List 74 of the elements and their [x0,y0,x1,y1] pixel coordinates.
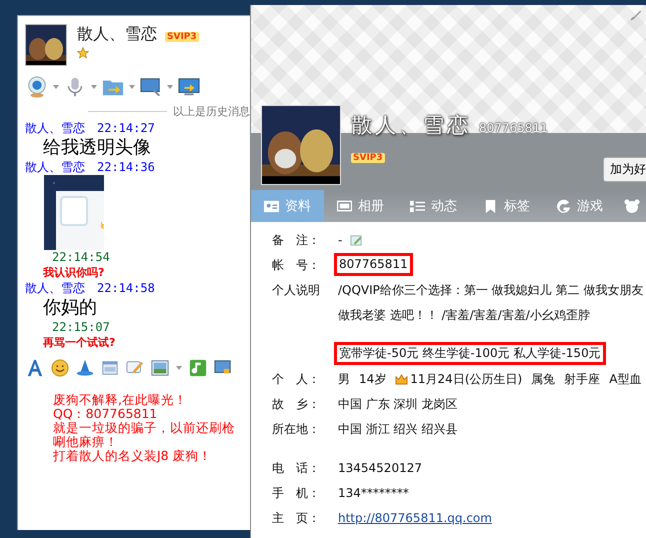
field-label: 主 页： [272,510,321,527]
screen-share-icon[interactable] [178,76,200,98]
id-card-icon [264,198,279,214]
message-time: 22:14:27 [97,121,155,136]
tab[interactable]: 动态 [397,190,470,222]
tab[interactable]: 游戏 [543,190,616,222]
field-value: 属兔 [531,371,556,388]
tab[interactable]: 标签 [470,190,543,222]
qq-number: 807765811 [479,121,548,135]
swirl-icon [556,198,571,214]
sender-name: 散人、雪恋 [25,121,85,136]
field-value: 13454520127 [338,460,422,477]
smiley-icon[interactable] [51,359,69,377]
field-value: 11月24日(公历生日) [410,371,522,388]
field-label: 电 话： [272,460,321,477]
field-value: 14岁 [359,371,386,388]
edit-icon[interactable] [350,234,364,247]
message-text: 你妈的 [42,296,98,320]
crown-icon [395,373,408,386]
field-value: 男 [338,371,350,388]
tab[interactable]: 资料 [251,190,324,222]
font-icon[interactable] [26,359,44,377]
caret-icon[interactable] [167,85,173,89]
field-value: 宽带学徒-50元 终生学徒-100元 私人学徒-150元 [339,345,601,362]
star-icon [77,47,89,59]
add-friend-button[interactable]: 加为好 [603,157,646,182]
profile-name: 散人、雪恋 [351,112,471,139]
field-value: - [338,232,342,249]
sender-name: 散人、雪恋 [25,281,85,296]
vip-badge: SVIP3 [165,32,199,42]
contact-name: 散人、雪恋 [77,24,157,45]
image-icon[interactable] [151,359,169,377]
message-input[interactable]: 废狗不解释,在此曝光！ QQ：807765811 就是一垃圾的骗子，以前还刷枪 唰他麻痹！ 打着散人的名义装J8 废狗！ [18,393,250,463]
history-note: 以上是历史消息 [173,104,250,119]
message-time: 22:14:54 [51,250,111,265]
vip-badge: SVIP3 [351,153,385,163]
brush-icon[interactable] [628,9,642,23]
field-label: 手 机： [272,485,321,502]
field-label: 个人说明 [272,282,321,299]
field-label: 故 乡： [272,396,321,413]
field-value: 射手座 [564,371,600,388]
monitor-icon[interactable] [140,76,162,98]
caret-icon[interactable] [176,366,182,370]
field-label: 备 注： [272,232,321,249]
message-text: 再骂一个试试? [42,335,116,351]
caret-icon[interactable] [53,85,59,89]
webcam-icon[interactable] [26,76,48,98]
field-value: A型血 [609,371,642,388]
list-icon [410,198,425,214]
photo-frame-icon [337,198,352,214]
message-text: 给我透明头像 [42,136,152,160]
field-label: 帐 号： [272,257,321,274]
field-value: 中国 广东 深圳 龙岗区 [338,396,458,413]
bookmark-icon [483,198,498,214]
message-time: 22:14:58 [97,281,155,296]
music-note-icon[interactable] [189,359,207,377]
field-value: /QQVIP给你三个选择：第一 做我媳妇儿 第二 做我女朋友 [338,282,644,299]
message-text: 我认识你吗? [42,265,106,281]
homepage-link[interactable]: http://807765811.qq.com [338,506,492,531]
message-time: 22:14:36 [97,160,155,175]
field-label: 个 人： [272,371,321,388]
field-value: 134******** [338,485,409,502]
message-time: 22:15:07 [51,320,111,335]
field-value: 中国 浙江 绍兴 绍兴县 [338,421,458,438]
caret-icon[interactable] [91,85,97,89]
window-icon[interactable] [101,359,119,377]
wizard-hat-icon[interactable] [76,359,94,377]
caret-icon[interactable] [129,85,135,89]
field-value: 做我老婆 选吧！！ /害羞/害羞/害羞/小幺鸡歪脖 [338,307,590,324]
field-value: 807765811 [339,256,408,273]
sender-name: 散人、雪恋 [25,160,85,175]
bear-head-icon[interactable] [624,198,640,214]
tab[interactable]: 相册 [324,190,397,222]
field-label: 所在地： [272,421,321,438]
